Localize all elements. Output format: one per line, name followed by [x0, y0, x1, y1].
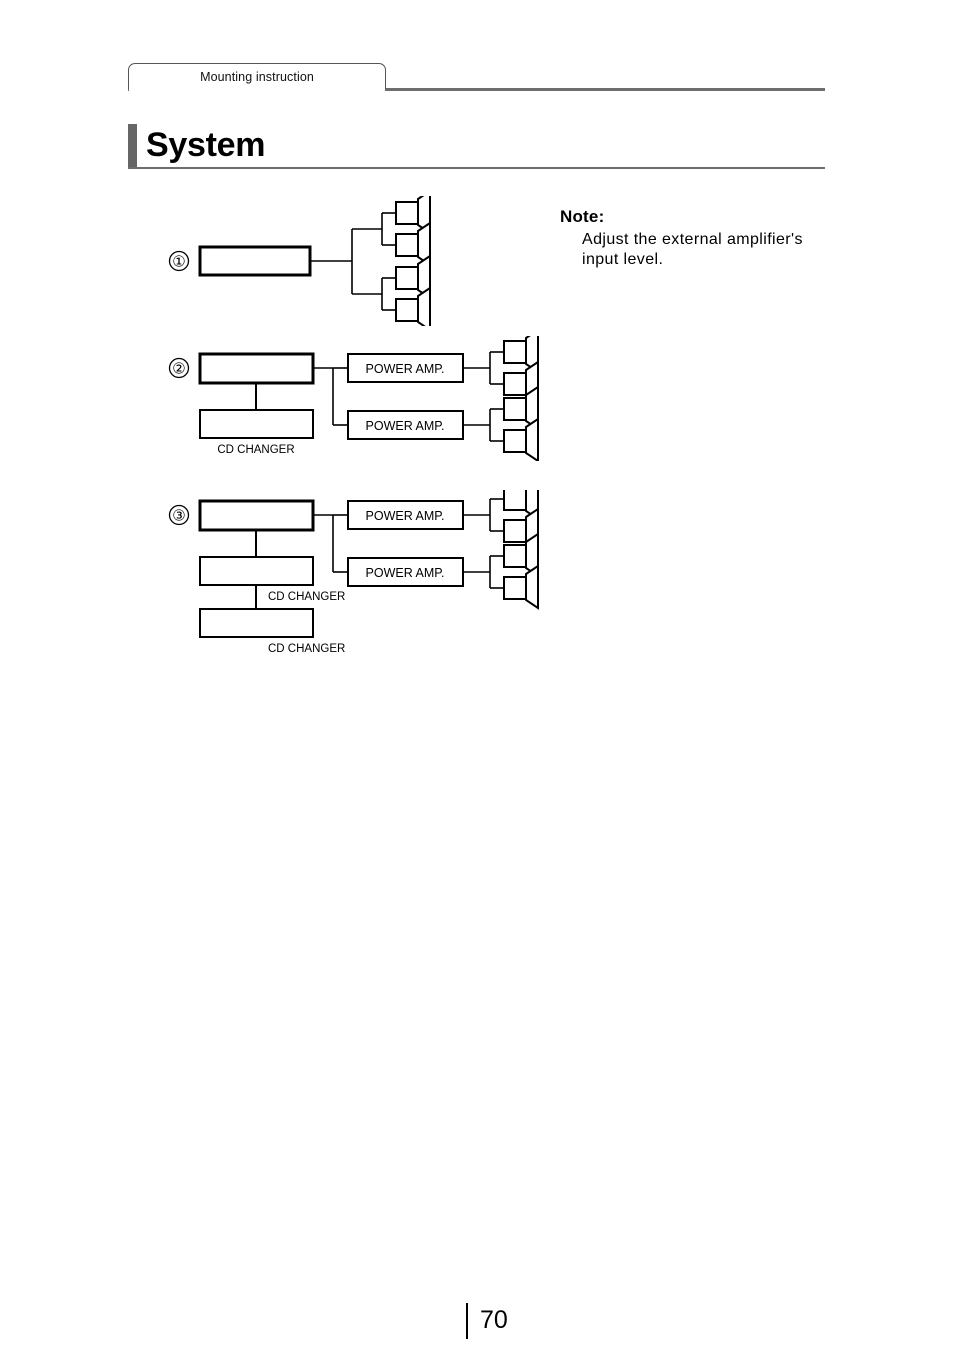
diagram-1-index-label: ① — [172, 254, 185, 271]
page-title: System — [146, 126, 266, 164]
breadcrumb-tab-mounting-instruction[interactable]: Mounting instruction — [128, 63, 386, 89]
diagram-3-index-label: ③ — [172, 508, 185, 525]
page-footer: 70 — [466, 1303, 508, 1339]
system-diagram-2: ② CD CHANGER POWER AMP. POWER AMP. — [168, 336, 558, 461]
note-heading: Note: — [560, 207, 605, 226]
speaker-icon — [503, 417, 539, 461]
speaker-icon — [395, 286, 431, 326]
system-diagram-3: ③ CD CHANGER CD CHANGER POWER AMP. POWER… — [168, 490, 558, 660]
title-divider-rule — [128, 167, 825, 169]
diagram-2-power-amp-2-label: POWER AMP. — [366, 419, 445, 433]
note-body-text: Adjust the external amplifier's input le… — [582, 231, 803, 268]
page-number: 70 — [480, 1306, 508, 1334]
system-diagram-1: ① — [168, 196, 448, 326]
diagram-3-head-unit-box — [198, 499, 315, 532]
system-diagram-3-svg: ③ CD CHANGER CD CHANGER POWER AMP. POWER… — [168, 490, 539, 655]
diagram-2-index-label: ② — [172, 361, 185, 378]
diagram-2-index-marker: ② — [168, 357, 190, 379]
footer-accent-rule — [466, 1303, 468, 1339]
system-diagram-1-svg: ① — [168, 196, 431, 326]
diagram-2-power-amp-1-label: POWER AMP. — [366, 362, 445, 376]
diagram-1-head-unit-box — [198, 245, 312, 277]
diagram-3-power-amp-1-label: POWER AMP. — [366, 509, 445, 523]
speaker-icon — [503, 564, 539, 610]
diagram-3-cd-changer-1-box — [199, 556, 314, 586]
note-block: Note: Adjust the external amplifier's in… — [560, 206, 840, 270]
diagram-3-power-amp-2-label: POWER AMP. — [366, 566, 445, 580]
diagram-2-cd-changer-label: CD CHANGER — [217, 444, 294, 456]
diagram-2-head-unit-box — [198, 352, 315, 385]
diagram-3-cd-changer-2-label: CD CHANGER — [268, 643, 345, 655]
diagram-3-cd-changer-2-box — [199, 608, 314, 638]
diagram-2-cd-changer-box — [199, 409, 314, 439]
diagram-3-cd-changer-1-label: CD CHANGER — [268, 591, 345, 603]
diagram-3-index-marker: ③ — [168, 504, 190, 526]
breadcrumb-tab-label: Mounting instruction — [200, 69, 314, 84]
system-diagram-2-svg: ② CD CHANGER POWER AMP. POWER AMP. — [168, 336, 539, 461]
section-title-accent-bar — [128, 124, 137, 168]
diagram-1-index-marker: ① — [168, 250, 190, 272]
